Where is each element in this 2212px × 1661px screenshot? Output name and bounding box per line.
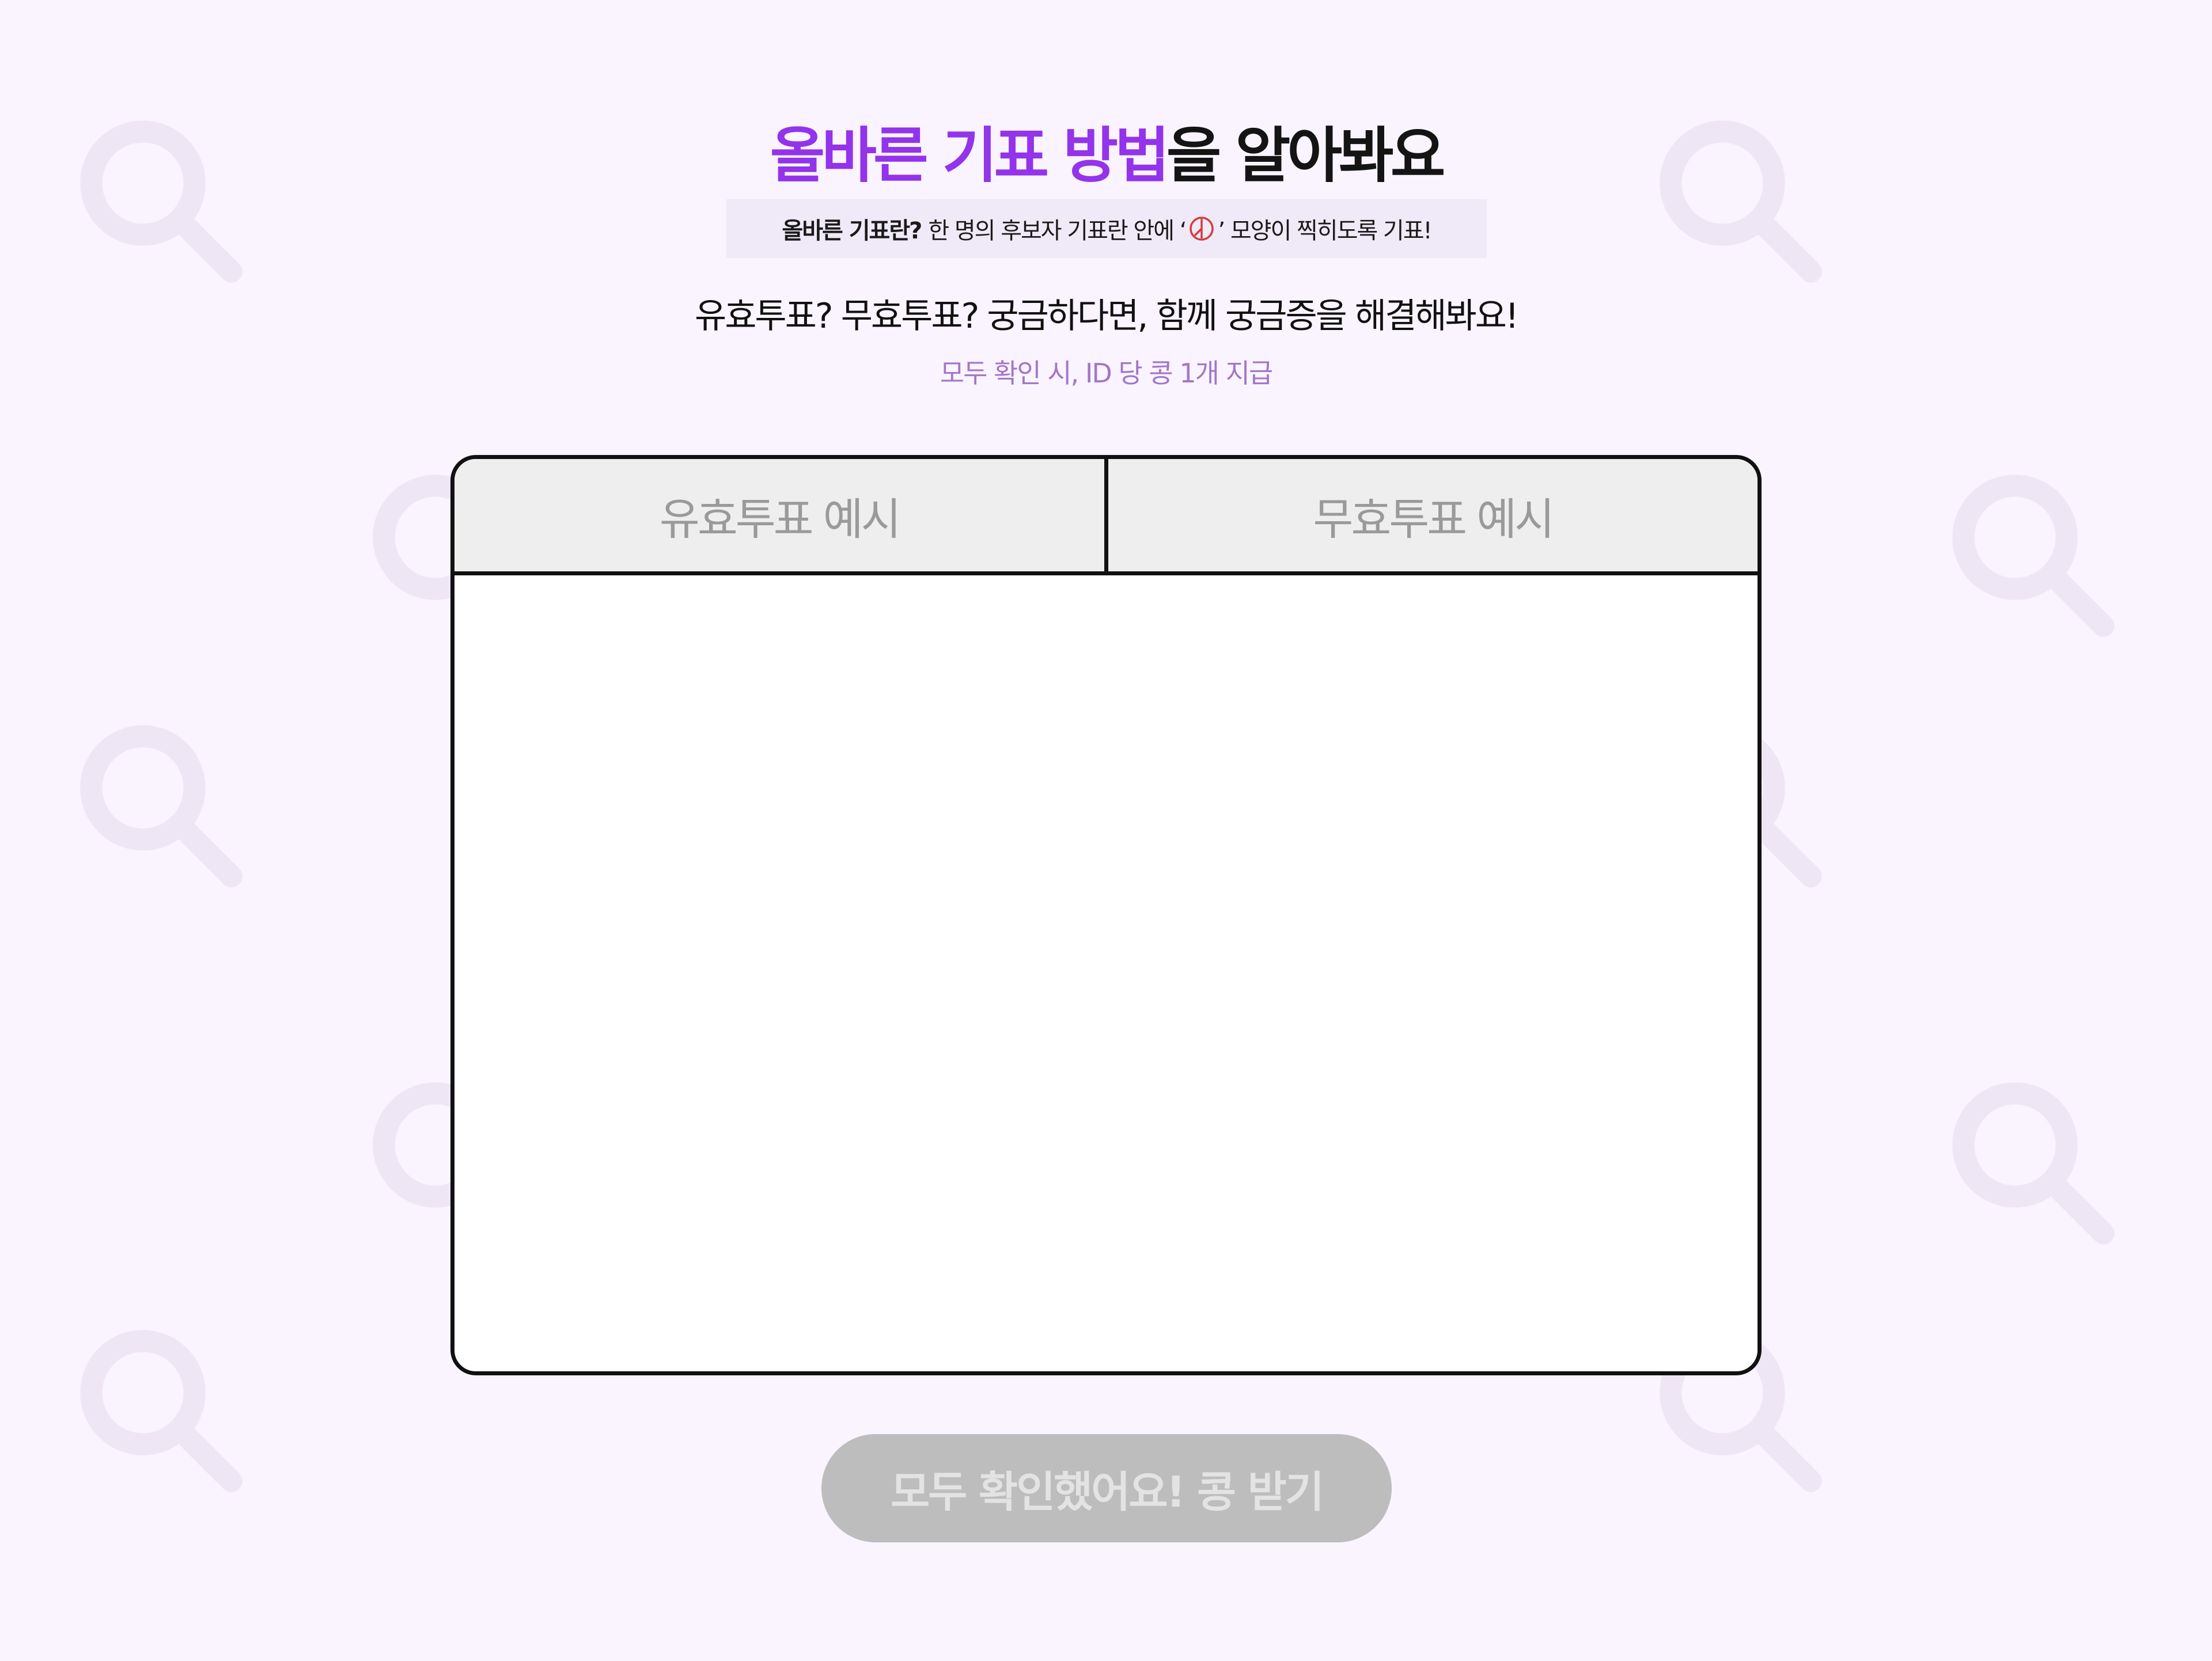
tip-text-after: ’ 모양이 찍히도록 기표!	[1218, 218, 1432, 244]
page-title-accent: 올바른 기표 방법	[770, 120, 1170, 191]
vote-question: 유효투표? 무효투표? 궁금하다면, 함께 궁금증을 해결해봐요!	[695, 296, 1519, 336]
page-title: 올바른 기표 방법을 알아봐요	[0, 107, 2212, 194]
reward-note: 모두 확인 시, ID 당 콩 1개 지급	[940, 358, 1273, 389]
ballot-stamp-icon	[1188, 215, 1215, 242]
tip-lead: 올바른 기표란?	[782, 218, 922, 244]
tip-text-before: 한 명의 후보자 기표란 안에 ‘	[928, 218, 1187, 244]
correct-vote-tip: 올바른 기표란? 한 명의 후보자 기표란 안에 ‘ ’ 모양이 찍히도록 기표…	[726, 199, 1487, 258]
claim-bean-button[interactable]: 모두 확인했어요! 콩 받기	[821, 1434, 1392, 1542]
tab-invalid-vote-example[interactable]: 무효투표 예시	[1104, 459, 1758, 571]
example-content-area	[454, 575, 1758, 1371]
magnifier-icon	[1941, 464, 2126, 648]
magnifier-icon	[1941, 1071, 2126, 1256]
magnifier-icon	[69, 1319, 253, 1503]
vote-example-panel: 유효투표 예시 무효투표 예시	[450, 455, 1762, 1375]
example-tabs: 유효투표 예시 무효투표 예시	[454, 459, 1758, 575]
tab-valid-vote-example[interactable]: 유효투표 예시	[454, 459, 1104, 571]
vote-guide-page: 올바른 기표 방법을 알아봐요 올바른 기표란? 한 명의 후보자 기표란 안에…	[0, 0, 2212, 1661]
page-title-rest: 을 알아봐요	[1166, 120, 1446, 191]
magnifier-icon	[69, 714, 253, 898]
